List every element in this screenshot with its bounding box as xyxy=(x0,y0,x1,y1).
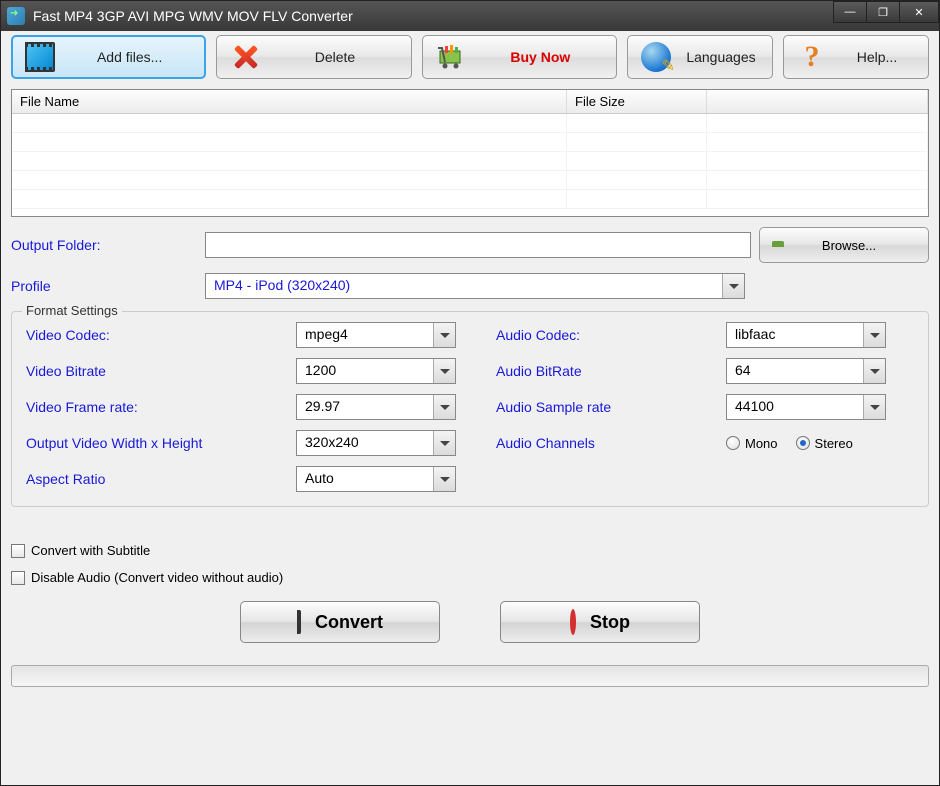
cart-icon xyxy=(435,41,467,73)
chevron-down-icon xyxy=(433,467,455,491)
mono-radio[interactable]: Mono xyxy=(726,436,778,451)
output-folder-label: Output Folder: xyxy=(11,237,197,253)
maximize-button[interactable]: ❐ xyxy=(866,1,900,23)
chevron-down-icon xyxy=(433,395,455,419)
x-icon xyxy=(229,41,261,73)
profile-combo[interactable]: MP4 - iPod (320x240) xyxy=(205,273,745,299)
buy-now-button[interactable]: Buy Now xyxy=(422,35,617,79)
video-bitrate-label: Video Bitrate xyxy=(26,363,296,379)
chevron-down-icon xyxy=(863,395,885,419)
output-folder-input[interactable] xyxy=(205,232,751,258)
table-row[interactable] xyxy=(12,133,928,152)
col-filesize[interactable]: File Size xyxy=(567,90,707,113)
file-list-header: File Name File Size xyxy=(12,90,928,114)
chevron-down-icon xyxy=(722,274,744,298)
video-framerate-label: Video Frame rate: xyxy=(26,399,296,415)
audio-channels-label: Audio Channels xyxy=(496,435,726,451)
window-title: Fast MP4 3GP AVI MPG WMV MOV FLV Convert… xyxy=(33,8,933,24)
browse-button[interactable]: Browse... xyxy=(759,227,929,263)
table-row[interactable] xyxy=(12,114,928,133)
table-row[interactable] xyxy=(12,190,928,209)
close-button[interactable]: ✕ xyxy=(899,1,939,23)
app-window: Fast MP4 3GP AVI MPG WMV MOV FLV Convert… xyxy=(0,0,940,786)
chevron-down-icon xyxy=(863,323,885,347)
film-icon xyxy=(297,612,301,633)
stereo-radio[interactable]: Stereo xyxy=(796,436,853,451)
convert-label: Convert xyxy=(315,612,383,633)
profile-label: Profile xyxy=(11,278,197,294)
languages-button[interactable]: Languages xyxy=(627,35,773,79)
format-settings-legend: Format Settings xyxy=(22,303,122,318)
table-row[interactable] xyxy=(12,152,928,171)
stop-icon xyxy=(570,612,576,633)
col-spacer xyxy=(707,90,928,113)
audio-bitrate-combo[interactable]: 64 xyxy=(726,358,886,384)
delete-label: Delete xyxy=(271,49,398,65)
video-bitrate-combo[interactable]: 1200 xyxy=(296,358,456,384)
file-list-body[interactable] xyxy=(12,114,928,214)
disable-audio-checkbox[interactable] xyxy=(11,571,25,585)
help-label: Help... xyxy=(838,49,916,65)
titlebar[interactable]: Fast MP4 3GP AVI MPG WMV MOV FLV Convert… xyxy=(1,1,939,31)
delete-button[interactable]: Delete xyxy=(216,35,411,79)
audio-sample-combo[interactable]: 44100 xyxy=(726,394,886,420)
subtitle-checkbox[interactable] xyxy=(11,544,25,558)
chevron-down-icon xyxy=(433,323,455,347)
aspect-combo[interactable]: Auto xyxy=(296,466,456,492)
audio-codec-label: Audio Codec: xyxy=(496,327,726,343)
chevron-down-icon xyxy=(433,431,455,455)
table-row[interactable] xyxy=(12,171,928,190)
video-codec-combo[interactable]: mpeg4 xyxy=(296,322,456,348)
add-files-label: Add files... xyxy=(66,49,193,65)
stop-button[interactable]: Stop xyxy=(500,601,700,643)
chevron-down-icon xyxy=(863,359,885,383)
disable-audio-label: Disable Audio (Convert video without aud… xyxy=(31,570,283,585)
buy-now-label: Buy Now xyxy=(477,49,604,65)
aspect-label: Aspect Ratio xyxy=(26,471,296,487)
output-size-label: Output Video Width x Height xyxy=(26,435,296,451)
help-icon: ? xyxy=(796,41,828,73)
main-toolbar: Add files... Delete Buy Now Languages ? … xyxy=(11,35,929,79)
disable-audio-checkbox-row: Disable Audio (Convert video without aud… xyxy=(11,570,929,585)
film-icon xyxy=(24,41,56,73)
app-icon xyxy=(7,7,25,25)
chevron-down-icon xyxy=(433,359,455,383)
file-list[interactable]: File Name File Size xyxy=(11,89,929,217)
output-size-combo[interactable]: 320x240 xyxy=(296,430,456,456)
help-button[interactable]: ? Help... xyxy=(783,35,929,79)
video-framerate-combo[interactable]: 29.97 xyxy=(296,394,456,420)
profile-value: MP4 - iPod (320x240) xyxy=(206,274,722,298)
languages-label: Languages xyxy=(682,49,760,65)
format-settings-group: Format Settings Video Codec: mpeg4 Audio… xyxy=(11,311,929,507)
browse-label: Browse... xyxy=(780,238,918,253)
subtitle-label: Convert with Subtitle xyxy=(31,543,150,558)
minimize-button[interactable]: — xyxy=(833,1,867,23)
subtitle-checkbox-row: Convert with Subtitle xyxy=(11,543,929,558)
audio-codec-combo[interactable]: libfaac xyxy=(726,322,886,348)
progress-bar xyxy=(11,665,929,687)
audio-channels-radio: Mono Stereo xyxy=(726,436,896,451)
globe-icon xyxy=(640,41,672,73)
col-filename[interactable]: File Name xyxy=(12,90,567,113)
audio-bitrate-label: Audio BitRate xyxy=(496,363,726,379)
audio-sample-label: Audio Sample rate xyxy=(496,399,726,415)
stop-label: Stop xyxy=(590,612,630,633)
video-codec-label: Video Codec: xyxy=(26,327,296,343)
convert-button[interactable]: Convert xyxy=(240,601,440,643)
add-files-button[interactable]: Add files... xyxy=(11,35,206,79)
